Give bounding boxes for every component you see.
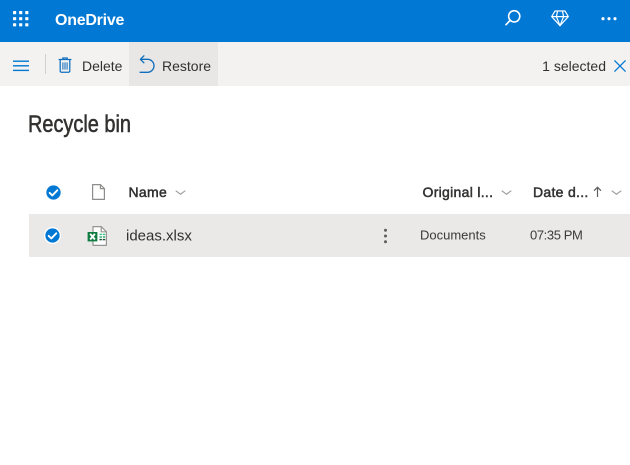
page-title: Recycle bin — [28, 111, 131, 139]
excel-file-icon — [87, 226, 107, 246]
restore-button-label: Restore — [162, 57, 212, 74]
select-all-checkbox[interactable] — [44, 183, 62, 201]
column-header-date-deleted-label: Date d... — [533, 184, 589, 201]
app-launcher-icon[interactable] — [13, 11, 29, 27]
file-row-ideas-xlsx[interactable]: ideas.xlsx Documents 07:35 PM — [29, 214, 630, 257]
column-header-date-deleted[interactable]: Date d... — [533, 171, 622, 213]
selection-status: 1 selected — [542, 57, 606, 74]
chevron-down-icon — [610, 189, 622, 195]
list-header: Name Original l... Date d... — [29, 171, 630, 213]
suite-bar: OneDrive — [0, 0, 630, 42]
trash-icon — [58, 57, 72, 73]
delete-button-label: Delete — [82, 57, 123, 74]
sort-ascending-icon — [593, 186, 602, 197]
file-date-deleted: 07:35 PM — [530, 227, 583, 242]
premium-diamond-icon[interactable] — [551, 10, 569, 27]
clear-selection-icon[interactable] — [614, 59, 626, 72]
delete-button[interactable]: Delete — [52, 42, 129, 86]
column-header-original-location[interactable]: Original l... — [422, 171, 513, 213]
command-bar: Delete Restore 1 selected — [0, 42, 630, 86]
app-title: OneDrive — [55, 12, 125, 29]
toolbar-divider — [45, 54, 46, 74]
restore-button[interactable]: Restore — [129, 42, 218, 86]
search-icon[interactable] — [503, 6, 523, 28]
undo-icon — [139, 54, 155, 73]
file-type-column-icon[interactable] — [92, 184, 105, 200]
column-header-name[interactable]: Name — [128, 171, 187, 213]
chevron-down-icon — [175, 189, 186, 195]
chevron-down-icon — [501, 189, 512, 195]
hamburger-menu-icon[interactable] — [13, 58, 29, 74]
row-checkbox[interactable] — [43, 227, 61, 244]
column-header-original-location-label: Original l... — [422, 184, 494, 201]
row-more-options-icon[interactable] — [383, 228, 388, 244]
onedrive-app: OneDrive Delete Restore 1 selected Recyc… — [0, 0, 630, 465]
more-options-icon[interactable] — [601, 17, 617, 21]
column-header-name-label: Name — [128, 184, 168, 201]
file-original-location: Documents — [420, 227, 486, 242]
file-name[interactable]: ideas.xlsx — [126, 227, 192, 244]
